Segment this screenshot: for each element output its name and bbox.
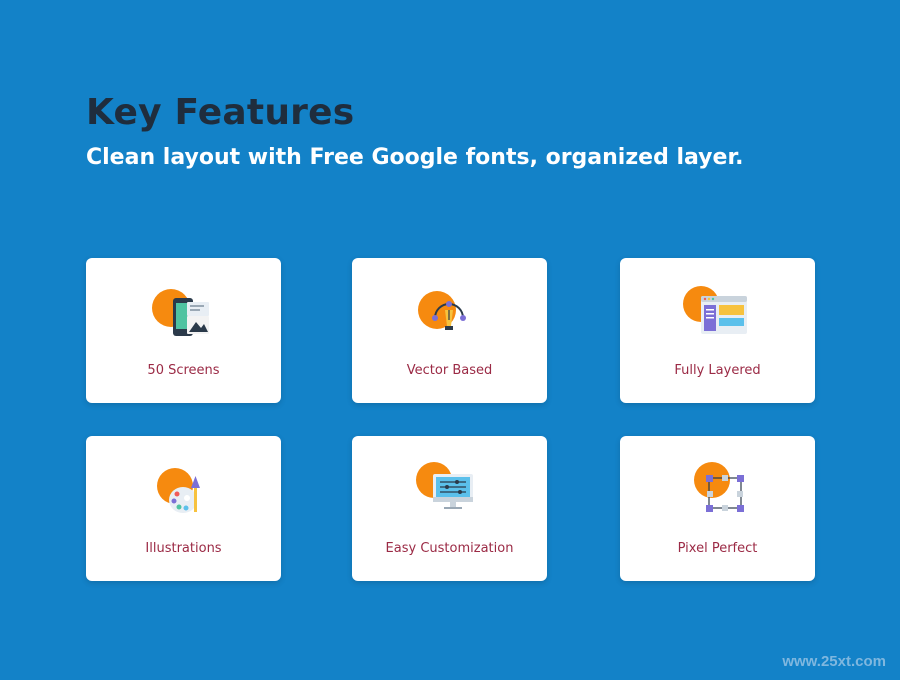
palette-icon (149, 462, 219, 524)
feature-label: Vector Based (406, 363, 493, 378)
feature-card-screens: 50 Screens (86, 258, 281, 403)
feature-card-vector: Vector Based (352, 258, 547, 403)
feature-card-customization: Easy Customization (352, 436, 547, 581)
feature-card-layered: Fully Layered (620, 258, 815, 403)
layered-window-icon (682, 284, 753, 346)
vector-pen-icon (415, 284, 485, 346)
feature-label: Fully Layered (674, 363, 761, 378)
page-subtitle: Clean layout with Free Google fonts, org… (86, 145, 744, 170)
feature-card-pixel: Pixel Perfect (620, 436, 815, 581)
feature-label: Easy Customization (385, 541, 514, 556)
feature-label: Illustrations (145, 541, 222, 556)
feature-label: 50 Screens (147, 363, 220, 378)
feature-card-illustrations: Illustrations (86, 436, 281, 581)
watermark: www.25xt.com (782, 653, 886, 670)
pixel-grid-icon (683, 462, 753, 524)
feature-label: Pixel Perfect (677, 541, 758, 556)
monitor-sliders-icon (415, 462, 485, 524)
mobile-screens-icon (149, 284, 219, 346)
page-title: Key Features (86, 92, 355, 133)
